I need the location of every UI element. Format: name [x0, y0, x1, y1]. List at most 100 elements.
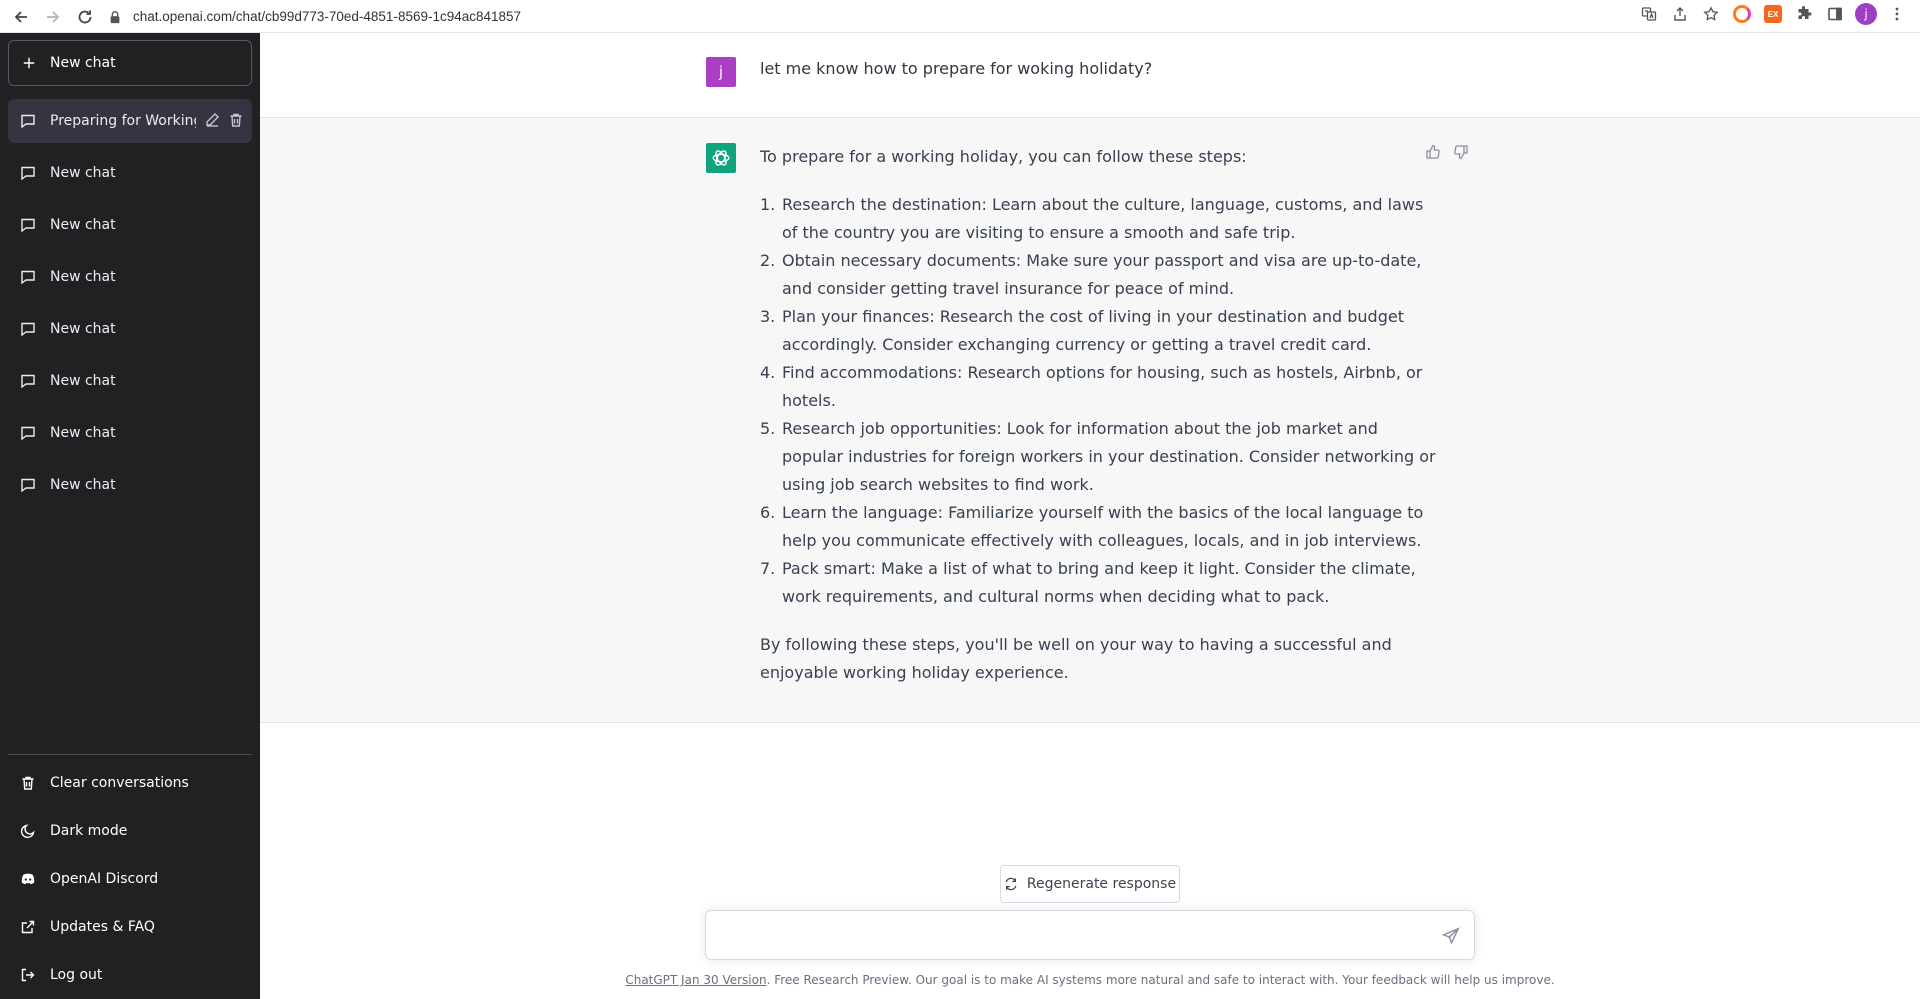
extensions-button[interactable]: [1793, 3, 1815, 25]
list-text: Plan your finances: Research the cost of…: [782, 307, 1404, 354]
message-bubble-icon: [21, 478, 35, 493]
list-text: Obtain necessary documents: Make sure yo…: [782, 251, 1422, 298]
browser-actions: EX j: [1638, 3, 1908, 25]
external-link-icon: [21, 920, 35, 934]
assistant-message-text: To prepare for a working holiday, you ca…: [760, 143, 1440, 687]
history-item-label: New chat: [50, 477, 116, 493]
regenerate-label: Regenerate response: [1026, 876, 1177, 892]
extension-ex-button[interactable]: EX: [1762, 3, 1784, 25]
disclaimer-text: . Free Research Preview. Our goal is to …: [766, 973, 1555, 987]
pencil-icon[interactable]: [204, 112, 220, 128]
history-item-label: New chat: [50, 165, 116, 181]
browser-toolbar: chat.openai.com/chat/cb99d773-70ed-4851-…: [0, 0, 1920, 33]
list-item: 6. Learn the language: Familiarize yourse…: [760, 499, 1440, 555]
thumbs-down-icon[interactable]: [1453, 144, 1469, 160]
history-item[interactable]: New chat: [8, 463, 252, 507]
clear-conversations-button[interactable]: Clear conversations: [8, 759, 252, 807]
history-item[interactable]: New chat: [8, 151, 252, 195]
history-item[interactable]: New chat: [8, 307, 252, 351]
list-item: 1. Research the destination: Learn about …: [760, 191, 1440, 247]
list-item: 2. Obtain necessary documents: Make sure …: [760, 247, 1440, 303]
history-item[interactable]: New chat: [8, 411, 252, 455]
translate-icon: [1641, 7, 1657, 21]
footer-disclaimer: ChatGPT Jan 30 Version. Free Research Pr…: [260, 973, 1920, 987]
new-chat-label: New chat: [50, 55, 116, 71]
discord-icon: [21, 873, 35, 885]
history-item-label: New chat: [50, 321, 116, 337]
discord-link[interactable]: OpenAI Discord: [8, 855, 252, 903]
history-item-actions: [204, 112, 244, 128]
reload-icon: [78, 10, 92, 24]
user-message-text: let me know how to prepare for woking ho…: [760, 59, 1153, 78]
dark-mode-label: Dark mode: [50, 823, 128, 839]
list-number: 2.: [760, 251, 776, 270]
profile-avatar: j: [1855, 3, 1877, 25]
send-icon[interactable]: [1442, 927, 1460, 945]
ring-extension-icon: [1733, 5, 1751, 23]
message-bubble-icon: [21, 374, 35, 389]
list-number: 5.: [760, 419, 776, 438]
list-item: 5. Research job opportunities: Look for i…: [760, 415, 1440, 499]
side-panel-button[interactable]: [1824, 3, 1846, 25]
arrow-right-icon: [47, 11, 60, 23]
openai-logo-icon: [712, 150, 730, 166]
address-bar[interactable]: chat.openai.com/chat/cb99d773-70ed-4851-…: [108, 4, 1608, 29]
message-bubble-icon: [21, 218, 35, 233]
star-icon: [1703, 6, 1719, 21]
thumbs-up-icon[interactable]: [1425, 144, 1441, 160]
translate-button[interactable]: [1638, 3, 1660, 25]
list-item: 7. Pack smart: Make a list of what to bri…: [760, 555, 1440, 611]
list-text: Learn the language: Familiarize yourself…: [782, 503, 1424, 550]
version-link[interactable]: ChatGPT Jan 30 Version: [625, 973, 766, 987]
message-bubble-icon: [21, 426, 35, 441]
trash-icon: [22, 776, 34, 790]
lock-icon: [110, 10, 120, 23]
sidebar: New chat Preparing for Working New chat …: [0, 33, 260, 999]
list-number: 4.: [760, 363, 776, 382]
list-number: 7.: [760, 559, 776, 578]
extension-ring-button[interactable]: [1731, 3, 1753, 25]
steps-list: 1. Research the destination: Learn about …: [760, 191, 1440, 611]
back-button[interactable]: [6, 2, 36, 32]
logout-label: Log out: [50, 967, 103, 983]
assistant-intro: To prepare for a working holiday, you ca…: [760, 147, 1247, 166]
feedback-buttons: [1425, 144, 1469, 160]
list-number: 1.: [760, 195, 776, 214]
history-item[interactable]: New chat: [8, 359, 252, 403]
puzzle-icon: [1798, 6, 1812, 19]
message-bubble-icon: [21, 270, 35, 285]
reload-button[interactable]: [70, 2, 100, 32]
user-avatar: j: [706, 57, 736, 87]
moon-icon: [20, 824, 35, 839]
list-text: Research job opportunities: Look for inf…: [782, 419, 1436, 494]
list-text: Find accommodations: Research options fo…: [782, 363, 1423, 410]
list-item: 4. Find accommodations: Research options …: [760, 359, 1440, 415]
dark-mode-button[interactable]: Dark mode: [8, 807, 252, 855]
new-chat-button[interactable]: New chat: [8, 40, 252, 86]
profile-button[interactable]: j: [1855, 3, 1877, 25]
message-bubble-icon: [21, 322, 35, 337]
message-composer: [705, 910, 1475, 960]
history-item[interactable]: New chat: [8, 255, 252, 299]
history-item[interactable]: New chat: [8, 203, 252, 247]
ex-extension-icon: EX: [1764, 5, 1782, 23]
trash-icon[interactable]: [228, 112, 244, 128]
history-item-active[interactable]: Preparing for Working: [8, 99, 252, 143]
message-bubble-icon: [21, 166, 35, 181]
regenerate-response-button[interactable]: Regenerate response: [1000, 865, 1180, 903]
updates-faq-link[interactable]: Updates & FAQ: [8, 903, 252, 951]
message-bubble-icon: [21, 114, 35, 129]
url-text: chat.openai.com/chat/cb99d773-70ed-4851-…: [133, 9, 522, 24]
discord-label: OpenAI Discord: [50, 871, 159, 887]
logout-button[interactable]: Log out: [8, 951, 252, 999]
share-button[interactable]: [1669, 3, 1691, 25]
forward-button[interactable]: [38, 2, 68, 32]
chat-history-list: Preparing for Working New chat New chat …: [8, 99, 252, 515]
history-item-label: Preparing for Working: [50, 113, 196, 129]
browser-menu-button[interactable]: [1886, 3, 1908, 25]
message-input[interactable]: [720, 924, 1420, 948]
kebab-menu-icon: [1895, 7, 1899, 21]
bookmark-button[interactable]: [1700, 3, 1722, 25]
history-item-label: New chat: [50, 373, 116, 389]
list-item: 3. Plan your finances: Research the cost …: [760, 303, 1440, 359]
